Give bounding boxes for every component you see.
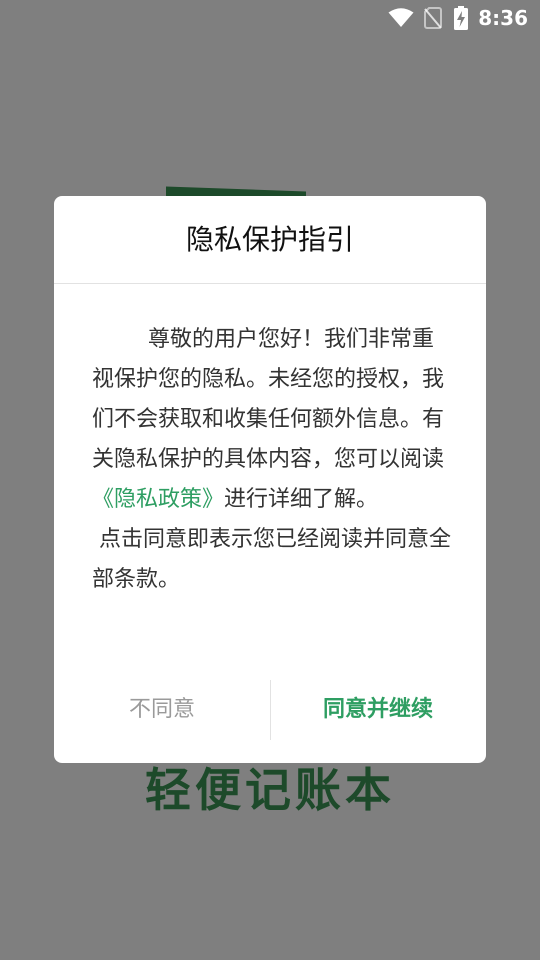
dialog-message: 尊敬的用户您好！我们非常重视保护您的隐私。未经您的授权，我们不会获取和收集任何额… <box>92 320 452 600</box>
dialog-title: 隐私保护指引 <box>54 196 486 284</box>
status-bar: 8:36 <box>0 0 540 36</box>
wifi-icon <box>388 8 414 28</box>
screen: 轻便记账本 8:36 隐私保护指引 尊敬的用户您好！我们非常重视保护您的隐私。未… <box>0 0 540 960</box>
privacy-policy-link[interactable]: 《隐私政策》 <box>92 487 224 512</box>
battery-charging-icon <box>454 6 469 30</box>
dialog-actions: 不同意 同意并继续 <box>54 680 486 740</box>
privacy-dialog: 隐私保护指引 尊敬的用户您好！我们非常重视保护您的隐私。未经您的授权，我们不会获… <box>54 196 486 763</box>
agree-continue-button[interactable]: 同意并继续 <box>270 680 486 740</box>
status-icons: 8:36 <box>388 6 528 30</box>
message-text-before: 尊敬的用户您好！我们非常重视保护您的隐私。未经您的授权，我们不会获取和收集任何额… <box>92 327 445 472</box>
no-sim-icon <box>424 7 443 29</box>
status-time: 8:36 <box>478 6 528 30</box>
disagree-button[interactable]: 不同意 <box>54 680 270 740</box>
app-name-logo: 轻便记账本 <box>145 763 395 817</box>
